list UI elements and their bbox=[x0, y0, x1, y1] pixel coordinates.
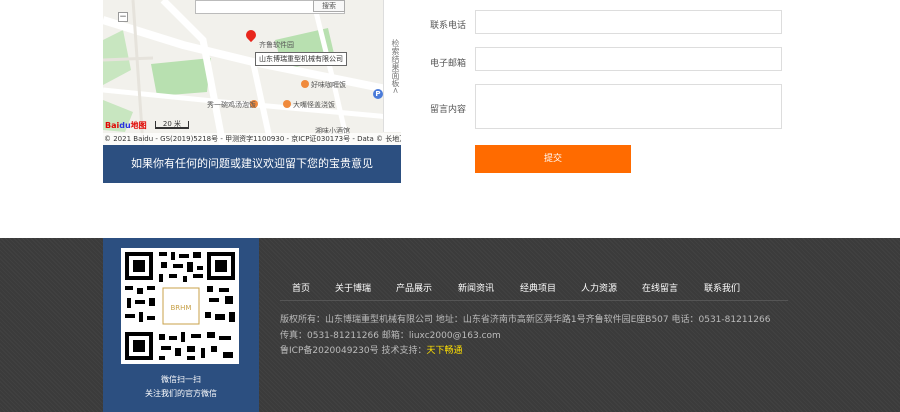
baidu-map[interactable]: 搜索 − 检索结果面板< 齐鲁软件园 山东博瑞重型机械有限公司 好味咖喱饭 秀一… bbox=[103, 0, 401, 145]
message-label: 留言内容 bbox=[430, 105, 467, 115]
qr-code-icon: BRHM bbox=[121, 248, 239, 364]
phone-input[interactable] bbox=[475, 10, 782, 34]
parking-icon[interactable]: P bbox=[373, 89, 383, 99]
phone-label: 联系电话 bbox=[430, 21, 467, 31]
map-park-area bbox=[103, 30, 131, 85]
footer-nav-message[interactable]: 在线留言 bbox=[642, 281, 678, 294]
zoom-out-icon[interactable]: − bbox=[118, 12, 128, 22]
footer-nav: 首页 关于博瑞 产品展示 新闻资讯 经典项目 人力资源 在线留言 联系我们 bbox=[280, 281, 788, 301]
baidu-logo-text: du bbox=[119, 121, 131, 130]
qr-caption-line1: 微信扫一扫 bbox=[161, 375, 201, 384]
map-park-area bbox=[151, 58, 211, 96]
footer-nav-projects[interactable]: 经典项目 bbox=[520, 281, 556, 294]
footer-nav-contact[interactable]: 联系我们 bbox=[704, 281, 740, 294]
footer-nav-about[interactable]: 关于博瑞 bbox=[335, 281, 371, 294]
qr-center-logo: BRHM bbox=[171, 304, 192, 312]
map-search-button[interactable]: 搜索 bbox=[313, 0, 345, 12]
map-poi-label: 秀一碗鸡汤泡饭 bbox=[207, 101, 256, 109]
baidu-logo-text: 地图 bbox=[130, 121, 147, 130]
footer-icp: 鲁ICP备2020049230号 技术支持：天下畅通 bbox=[280, 343, 463, 356]
restaurant-icon[interactable] bbox=[301, 80, 309, 88]
footer-copyright: 版权所有：山东博瑞重型机械有限公司 地址：山东省济南市高新区舜华路1号齐鲁软件园… bbox=[280, 315, 771, 325]
email-label: 电子邮箱 bbox=[430, 59, 467, 69]
submit-button[interactable]: 提交 bbox=[475, 145, 631, 173]
tech-support-link[interactable]: 天下畅通 bbox=[427, 346, 463, 356]
message-textarea[interactable] bbox=[475, 84, 782, 129]
map-poi-label: 好味咖喱饭 bbox=[311, 81, 346, 89]
restaurant-icon[interactable] bbox=[283, 100, 291, 108]
map-results-panel-toggle[interactable]: 检索结果面板< bbox=[383, 0, 401, 132]
footer-nav-home[interactable]: 首页 bbox=[292, 281, 310, 294]
footer-fax-email: 传真：0531-81211266 邮箱：liuxc2000@163.com bbox=[280, 331, 501, 341]
map-caption: 如果你有任何的问题或建议欢迎留下您的宝贵意见 bbox=[103, 145, 401, 183]
map-roads bbox=[103, 0, 401, 145]
email-input[interactable] bbox=[475, 47, 782, 71]
baidu-logo-text: Bai bbox=[105, 121, 120, 130]
map-poi-label: 齐鲁软件园 bbox=[259, 41, 294, 49]
content-area: 搜索 − 检索结果面板< 齐鲁软件园 山东博瑞重型机械有限公司 好味咖喱饭 秀一… bbox=[0, 0, 900, 238]
map-scale-bar: 20 米 bbox=[155, 121, 189, 129]
qr-caption-line2: 关注我们的官方微信 bbox=[145, 389, 217, 398]
map-poi-label: 大嘴怪盖浇饭 bbox=[293, 101, 335, 109]
footer-nav-hr[interactable]: 人力资源 bbox=[581, 281, 617, 294]
footer-icp-text[interactable]: 鲁ICP备2020049230号 技术支持： bbox=[280, 346, 427, 356]
wechat-qr-panel: BRHM 微信扫一扫 关注我们的官方微信 bbox=[103, 238, 259, 412]
baidu-map-logo[interactable]: Baidu地图 bbox=[105, 120, 147, 131]
footer-nav-news[interactable]: 新闻资讯 bbox=[458, 281, 494, 294]
map-copyright: © 2021 Baidu - GS(2019)5218号 - 甲测资字11009… bbox=[103, 133, 401, 145]
wechat-qr-code: BRHM bbox=[121, 248, 239, 364]
footer-nav-products[interactable]: 产品展示 bbox=[396, 281, 432, 294]
map-company-label: 山东博瑞重型机械有限公司 bbox=[255, 52, 347, 66]
site-footer: BRHM 微信扫一扫 关注我们的官方微信 首页 关于博瑞 产品展示 新闻资讯 经… bbox=[0, 238, 900, 412]
